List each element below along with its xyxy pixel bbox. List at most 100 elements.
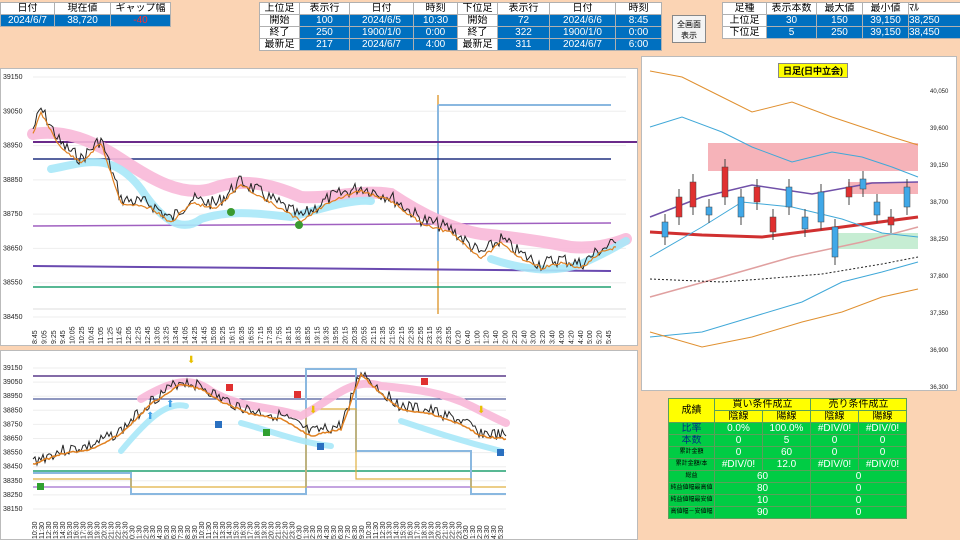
- lower-row-label: 終了: [457, 26, 498, 39]
- stats-cell: 0: [810, 434, 859, 447]
- x-tick-label: 4:30: [491, 525, 498, 539]
- x-tick-label: 16:30: [408, 521, 415, 539]
- x-tick-label: 21:30: [275, 521, 282, 539]
- upper-chart-svg: 39150 39050 38950 38850 38750 38650 38550 38450…: [3, 74, 637, 344]
- upper-header: 日付: [349, 2, 414, 15]
- x-tick-label: 17:55: [277, 326, 284, 344]
- x-tick-label: 22:30: [449, 521, 456, 539]
- y-tick-label: 38450: [3, 464, 23, 471]
- lower-cell[interactable]: 322: [497, 26, 550, 39]
- candle-body: [661, 221, 669, 238]
- x-tick-label: 13:45: [173, 326, 180, 344]
- lower-cell: 6:00: [615, 38, 662, 51]
- stats-cell: 5: [762, 434, 811, 447]
- y-tick-label: 36,300: [930, 385, 949, 391]
- x-tick-label: 11:30: [373, 522, 380, 539]
- pink-cloud-band: [27, 126, 632, 254]
- x-tick-label: 20:30: [268, 521, 275, 539]
- x-tick-label: 13:30: [220, 521, 227, 539]
- candle-body: [769, 216, 777, 233]
- y-tick-label: 38350: [3, 478, 23, 485]
- x-tick-label: 4:30: [324, 525, 331, 539]
- x-tick-label: 2:20: [512, 330, 519, 344]
- lower-cell[interactable]: 72: [497, 14, 550, 27]
- x-tick-label: 5:45: [606, 330, 613, 344]
- dotted-reference-line: [649, 256, 919, 283]
- trend-line: [649, 226, 919, 298]
- stats-row-label: 純益値幅最高値: [668, 482, 715, 495]
- upper-row-label: 開始: [259, 14, 300, 27]
- summary-cell[interactable]: 5: [766, 26, 817, 39]
- x-tick-label: 8:45: [32, 330, 39, 344]
- x-tick-label: 7:30: [345, 525, 352, 539]
- stats-title: 成績: [668, 398, 715, 423]
- cyan-cloud-band: [47, 158, 630, 274]
- x-tick-label: 18:15: [286, 326, 293, 344]
- candle-body: [705, 206, 713, 216]
- header-date: 日付: [0, 2, 55, 15]
- stats-row-label: 本数: [668, 434, 715, 447]
- x-tick-label: 11:45: [117, 327, 124, 344]
- daily-chart[interactable]: 日足(日中立会) 40,050 39,600 39,150 38,700 38,250 3…: [641, 56, 957, 391]
- summary-cell[interactable]: 250: [816, 26, 863, 39]
- y-tick-label: 38150: [3, 506, 23, 513]
- upper-timeframe-chart[interactable]: 39150 39050 38950 38850 38750 38650 38550 38450…: [0, 68, 638, 346]
- arrow-down-icon: ⬇: [309, 405, 317, 416]
- x-tick-label: 20:30: [435, 521, 442, 539]
- fullscreen-button-label: 全画面 表示: [677, 20, 701, 40]
- current-date: 2024/6/7: [0, 14, 55, 27]
- x-tick-label: 9:45: [60, 330, 67, 344]
- x-tick-label: 13:30: [387, 521, 394, 539]
- summary-cell: 38,250: [908, 14, 960, 27]
- x-tick-label: 12:30: [380, 521, 387, 539]
- y-tick-label: 38,250: [930, 237, 949, 243]
- candle-body: [737, 196, 745, 218]
- summary-cell[interactable]: 30: [766, 14, 817, 27]
- y-tick-label: 38950: [3, 143, 23, 150]
- x-tick-label: 0:20: [455, 330, 462, 344]
- lower-cell: 0:00: [615, 26, 662, 39]
- y-tick-label: 39,600: [930, 126, 949, 132]
- x-tick-label: 10:05: [70, 326, 77, 344]
- upper-cell: 0:00: [413, 26, 458, 39]
- x-tick-label: 19:15: [314, 326, 321, 344]
- summary-cell: 38,450: [908, 26, 960, 39]
- lower-row-label: 開始: [457, 14, 498, 27]
- y-tick-label: 37,800: [930, 274, 949, 280]
- x-tick-label: 2:30: [143, 525, 150, 539]
- x-tick-label: 14:30: [227, 521, 234, 539]
- upper-cell[interactable]: 100: [299, 14, 350, 27]
- fullscreen-button[interactable]: 全画面 表示: [672, 15, 706, 43]
- header-gap: ギャップ幅: [110, 2, 171, 15]
- x-tick-label: 1:00: [474, 330, 481, 344]
- x-tick-label: 13:05: [154, 326, 161, 344]
- arrow-down-icon: ⬇: [477, 405, 485, 416]
- x-tick-label: 4:20: [568, 330, 575, 344]
- x-tick-label: 2:00: [502, 330, 509, 344]
- x-tick-label: 18:35: [295, 326, 302, 344]
- x-tick-label: 12:05: [126, 326, 133, 344]
- stats-cell: 0: [858, 446, 907, 459]
- x-tick-label: 6:30: [171, 525, 178, 539]
- summary-cell: 39,150: [862, 14, 909, 27]
- buy-signal-icon: [295, 221, 303, 229]
- x-tick-label: 9:05: [41, 330, 48, 344]
- stats-buy-total: 60: [714, 470, 811, 483]
- summary-cell[interactable]: 150: [816, 14, 863, 27]
- lower-cell: 8:45: [615, 14, 662, 27]
- x-tick-label: 23:35: [437, 326, 444, 344]
- y-tick-label: 38950: [3, 393, 23, 400]
- x-tick-label: 1:30: [303, 525, 310, 539]
- x-tick-label: 3:40: [550, 330, 557, 344]
- stats-cell: #DIV/0!: [810, 458, 859, 471]
- candle-body: [873, 201, 881, 216]
- lower-cell: 311: [497, 38, 550, 51]
- sell-marker-icon: [294, 391, 301, 398]
- upper-cell[interactable]: 250: [299, 26, 350, 39]
- current-gap: -40: [110, 14, 171, 27]
- x-tick-label: 23:30: [456, 521, 463, 539]
- stats-sub-header: 陽線: [858, 410, 907, 423]
- stats-cell: #DIV/0!: [714, 458, 763, 471]
- y-tick-label: 36,900: [930, 348, 949, 354]
- lower-timeframe-chart[interactable]: 39150 39050 38950 38850 38750 38650 38550 38450…: [0, 350, 638, 540]
